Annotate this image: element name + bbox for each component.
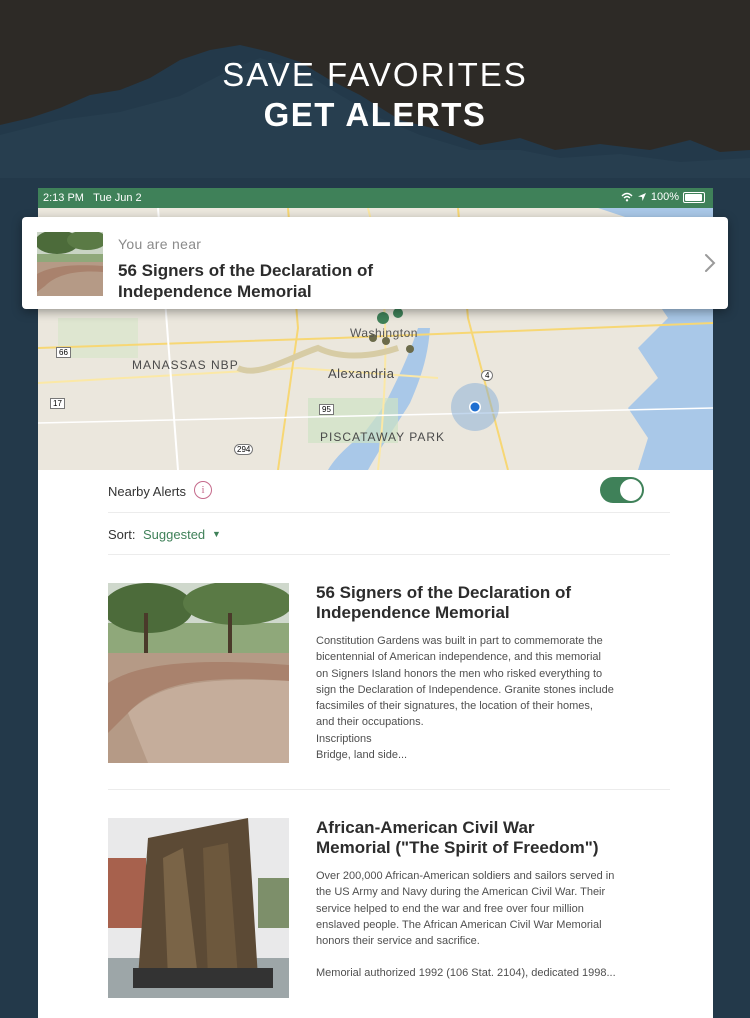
near-title: 56 Signers of the Declaration of Indepen… [118,261,374,300]
item-description: Constitution Gardens was built in part t… [316,633,656,763]
wifi-icon [621,192,633,202]
description-line: sign the Declaration of Independence. Gr… [316,683,614,696]
route-shield-66: 66 [56,347,71,358]
description-line: on Signers Island honors the men who ris… [316,667,603,680]
description-line: Over 200,000 African-American soldiers a… [316,870,615,882]
sort-label: Sort: [108,527,136,542]
near-subtitle: You are near [118,236,202,252]
description-line: bicentennial of American independence, a… [316,651,601,664]
description-line: enslaved people. The African American Ci… [316,918,602,931]
map-label-washington: Washington [350,326,418,340]
description-line: honors their service and sacrifice. [316,935,480,948]
item-title[interactable]: 56 Signers of the Declaration of Indepen… [316,583,606,623]
signers-memorial-photo [108,583,289,763]
location-arrow-icon [637,193,646,201]
status-time: 2:13 PM Tue Jun 2 [43,192,142,204]
map-label-alexandria: Alexandria [328,366,395,381]
battery-icon [683,191,705,203]
map-label-piscataway: PISCATAWAY PARK [320,430,446,444]
list-item[interactable]: 56 Signers of the Declaration of Indepen… [108,583,670,790]
chevron-right-icon[interactable] [704,253,716,273]
list-item[interactable]: African-American Civil War Memorial ("Th… [108,818,670,1018]
description-line: Constitution Gardens was built in part t… [316,635,603,647]
battery-percent: 100% [650,191,679,203]
toggle-knob [620,479,642,501]
civil-war-memorial-photo [108,818,289,998]
nearby-alerts-row: Nearby Alerts i [108,470,670,513]
route-shield-294: 294 [234,444,254,455]
promo-headline: SAVE FAVORITES GET ALERTS [0,55,750,135]
description-line: Bridge, land side... [316,749,408,762]
description-line: Inscriptions [316,732,372,745]
sort-dropdown[interactable]: Suggested [143,527,205,542]
caret-down-icon[interactable]: ▼ [212,529,221,539]
description-line: facsimiles of their signatures, the loca… [316,700,593,713]
nearby-alerts-toggle[interactable] [600,477,644,503]
item-description: Over 200,000 African-American soldiers a… [316,868,656,982]
nearby-alerts-label: Nearby Alerts [108,484,187,499]
headline-save-favorites: SAVE FAVORITES [222,56,528,93]
route-shield-17: 17 [50,398,65,409]
route-shield-95: 95 [319,404,334,415]
status-right: 100% [621,191,705,203]
description-line: the US Army and Navy during the American… [316,886,606,899]
headline-get-alerts: GET ALERTS [263,96,487,133]
you-are-near-card[interactable]: You are near 56 Signers of the Declarati… [22,217,728,309]
description-line: Memorial authorized 1992 (106 Stat. 2104… [316,967,616,980]
map-label-manassas: MANASSAS NBP [132,358,239,372]
description-line: and their occupations. [316,716,424,729]
description-line: service helped to end the war and free o… [316,902,584,915]
sort-row: Sort: Suggested ▼ [108,512,670,555]
item-title[interactable]: African-American Civil War Memorial ("Th… [316,818,606,858]
description-line [316,949,656,965]
device-screen: 2:13 PM Tue Jun 2 100% Washington MANASS… [38,188,713,1018]
status-bar: 2:13 PM Tue Jun 2 100% [38,188,713,208]
near-memorial-thumbnail [37,232,103,296]
info-icon[interactable]: i [194,481,212,499]
